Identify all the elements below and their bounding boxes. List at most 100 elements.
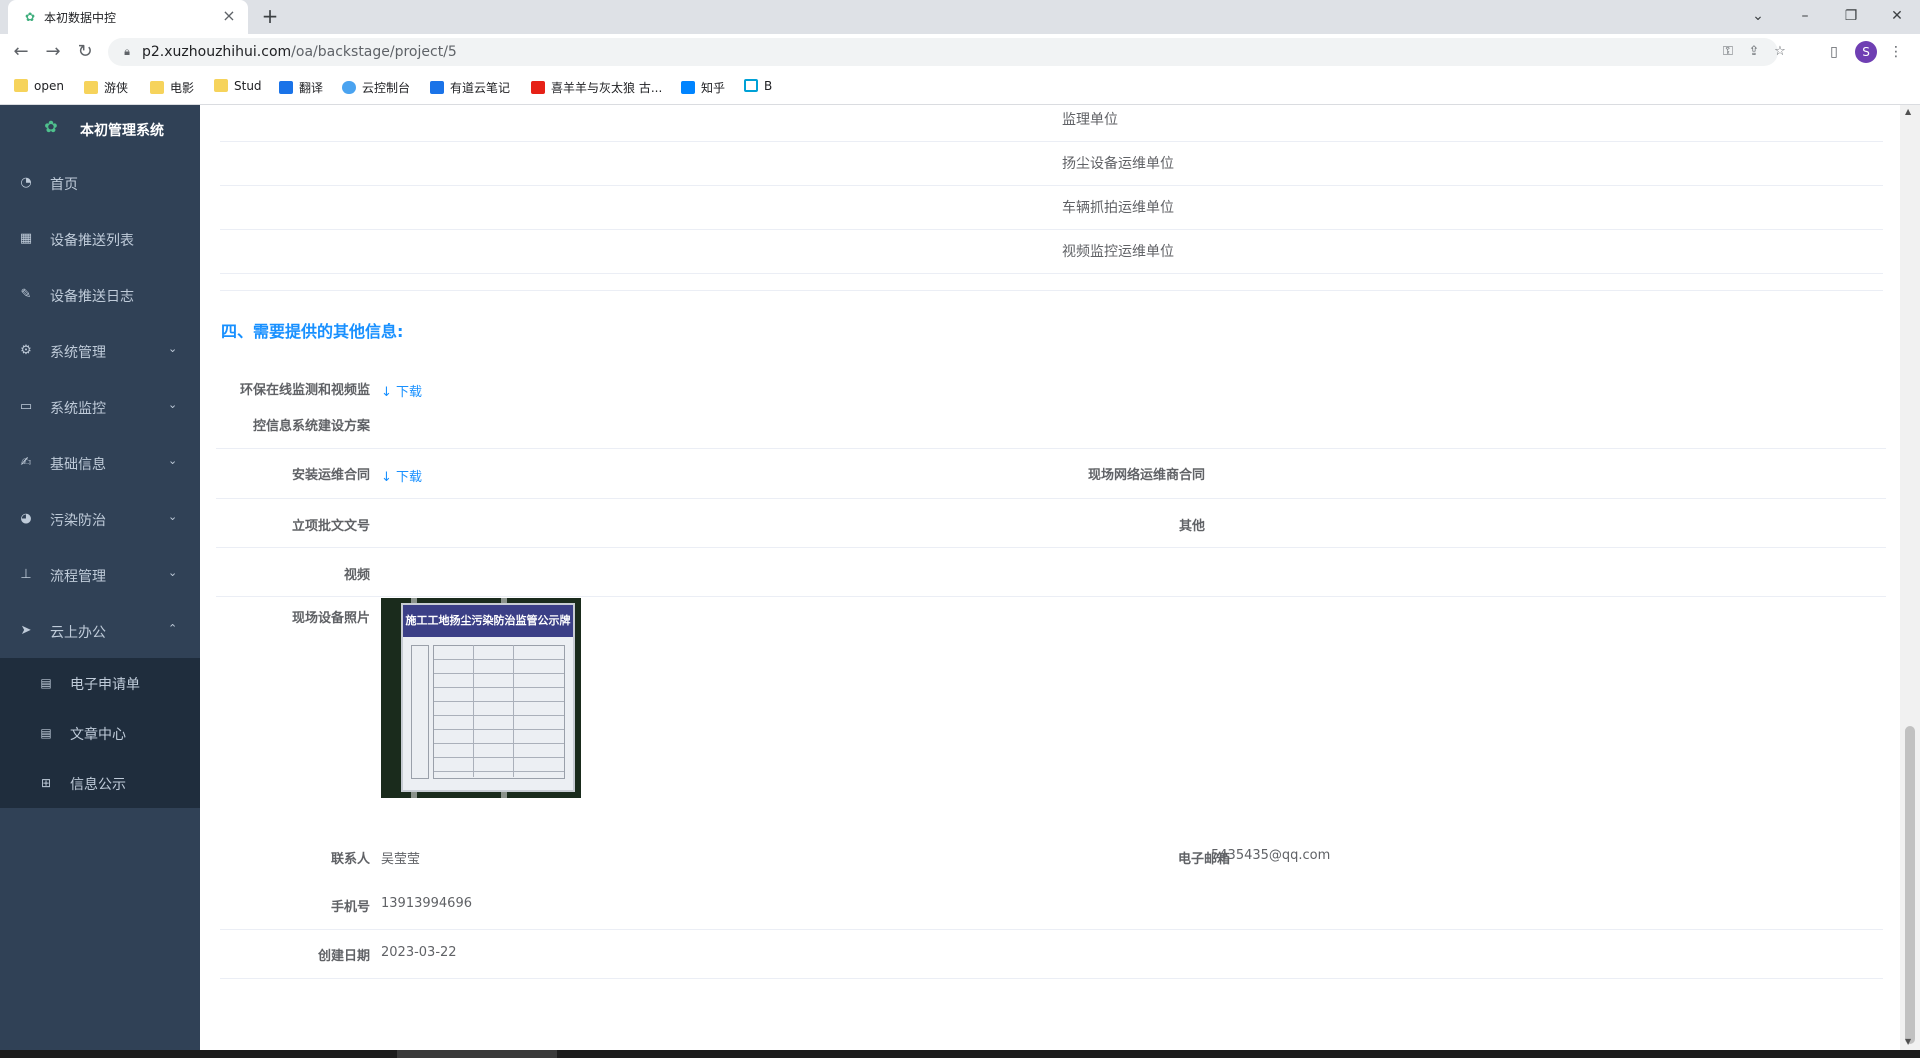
- contact-label: 联系人: [330, 852, 370, 867]
- sidebar-item-device-push-list[interactable]: ▦ 设备推送列表: [0, 211, 200, 267]
- phone-label: 手机号: [330, 900, 370, 915]
- plan-download-link[interactable]: ↓ 下载: [381, 381, 422, 400]
- sidebar-item-system-monitor[interactable]: ▭ 系统监控 ⌄: [0, 379, 200, 435]
- bookmark-youdao-note[interactable]: 有道云笔记: [430, 79, 510, 95]
- bookmark-video[interactable]: 喜羊羊与灰太狼 古...: [531, 79, 662, 95]
- bookmark-bilibili[interactable]: B: [744, 79, 772, 95]
- tree-icon: ⊥: [20, 567, 32, 582]
- new-tab-button[interactable]: +: [258, 5, 282, 29]
- sidebar-subitem-public-info[interactable]: ⊞ 信息公示: [0, 758, 200, 808]
- edit-icon: ✍: [20, 455, 32, 470]
- address-bar[interactable]: 🔒︎ p2.xuzhouzhihui.com/oa/backstage/proj…: [108, 38, 1786, 66]
- divider: [216, 547, 1886, 548]
- scrollbar-thumb[interactable]: [1905, 726, 1915, 1044]
- restore-button[interactable]: ❐: [1836, 4, 1866, 28]
- bookmark-stud[interactable]: Stud: [214, 79, 262, 95]
- created-date-value: 2023-03-22: [381, 945, 457, 960]
- table-row: 扬尘设备运维单位: [220, 141, 1883, 186]
- scroll-down-icon[interactable]: ▼: [1905, 1037, 1911, 1046]
- phone-value: 13913994696: [381, 896, 472, 911]
- url-text[interactable]: p2.xuzhouzhihui.com/oa/backstage/project…: [142, 44, 457, 60]
- site-equipment-photo[interactable]: 施工工地扬尘污染防治监管公示牌: [381, 598, 581, 798]
- sidebar-item-home[interactable]: ◔ 首页: [0, 155, 200, 211]
- sidebar-item-pollution-control[interactable]: ◕ 污染防治 ⌄: [0, 491, 200, 547]
- chevron-up-icon: ⌃: [168, 622, 178, 635]
- bookmark-open[interactable]: open: [14, 79, 64, 95]
- divider: [216, 448, 1886, 449]
- sidebar-item-cloud-office[interactable]: ➤ 云上办公 ⌃: [0, 603, 200, 659]
- tab-close-icon[interactable]: ×: [220, 7, 238, 25]
- star-icon[interactable]: ☆: [1770, 42, 1790, 62]
- sidebar-item-system-management[interactable]: ⚙ 系统管理 ⌄: [0, 323, 200, 379]
- notice-board-image: 施工工地扬尘污染防治监管公示牌: [401, 603, 575, 792]
- network-contract-label: 现场网络运维商合同: [1087, 468, 1205, 483]
- plan-label-continued: 控信息系统建设方案: [252, 419, 370, 434]
- cloud-icon: [342, 81, 356, 94]
- os-taskbar: [0, 1050, 1920, 1058]
- sidebar-subitem-label: 电子申请单: [70, 677, 140, 693]
- side-panel-icon[interactable]: ▯: [1822, 40, 1846, 64]
- more-menu-icon[interactable]: ⋮: [1884, 40, 1908, 64]
- notice-board-title: 施工工地扬尘污染防治监管公示牌: [403, 605, 573, 637]
- send-icon: ➤: [20, 623, 32, 638]
- taskbar-active-app[interactable]: [397, 1050, 557, 1058]
- contract-download-link[interactable]: ↓ 下载: [381, 466, 422, 485]
- page-scrollbar[interactable]: ▲ ▼: [1900, 105, 1920, 1050]
- dashboard-icon: ◔: [20, 175, 32, 190]
- divider: [216, 498, 1886, 499]
- close-window-button[interactable]: ✕: [1882, 4, 1912, 28]
- divider: [220, 929, 1883, 930]
- app-name: 本初管理系统: [80, 123, 164, 139]
- sidebar-item-label: 流程管理: [50, 569, 106, 585]
- sidebar-item-label: 设备推送列表: [50, 233, 134, 249]
- key-icon[interactable]: ⚿: [1718, 42, 1738, 62]
- gear-icon: ⚙: [20, 343, 32, 358]
- sidebar-item-basic-info[interactable]: ✍ 基础信息 ⌄: [0, 435, 200, 491]
- folder-icon: [14, 79, 28, 92]
- contract-label: 安装运维合同: [291, 468, 370, 483]
- sidebar-item-process-management[interactable]: ⊥ 流程管理 ⌄: [0, 547, 200, 603]
- browser-tab[interactable]: ✿ 本初数据中控 ×: [8, 0, 248, 34]
- reload-icon[interactable]: ↻: [73, 40, 97, 64]
- minimize-button[interactable]: –: [1790, 4, 1820, 28]
- chevron-down-icon: ⌄: [168, 398, 178, 411]
- divider: [220, 978, 1883, 979]
- divider: [220, 290, 1883, 291]
- share-icon[interactable]: ⇪: [1744, 42, 1764, 62]
- main-content: 监理单位 扬尘设备运维单位 车辆抓拍运维单位 视频监控运维单位 四、需要提供的其…: [200, 105, 1900, 1050]
- sidebar-item-label: 设备推送日志: [50, 289, 134, 305]
- bookmark-zhihu[interactable]: 知乎: [681, 79, 725, 95]
- bookmark-cloud-console[interactable]: 云控制台: [342, 79, 410, 95]
- bookmark-translate[interactable]: 翻译: [279, 79, 323, 95]
- site-photo-label: 现场设备照片: [291, 611, 370, 626]
- scroll-up-icon[interactable]: ▲: [1905, 107, 1911, 116]
- table-cell: 车辆抓拍运维单位: [1062, 200, 1174, 216]
- sidebar-subitem-article-center[interactable]: ▤ 文章中心: [0, 708, 200, 758]
- chevron-down-icon: ⌄: [168, 454, 178, 467]
- forward-icon[interactable]: →: [41, 40, 65, 64]
- bookmark-movie[interactable]: 电影: [150, 79, 194, 95]
- folder-icon: [214, 79, 228, 92]
- app-logo[interactable]: ✿ 本初管理系统: [0, 105, 200, 155]
- tab-search-icon[interactable]: ⌄: [1743, 4, 1773, 28]
- form-icon: ▤: [40, 676, 52, 690]
- contact-value: 吴莹莹: [381, 852, 421, 867]
- sidebar-item-device-push-log[interactable]: ✎ 设备推送日志: [0, 267, 200, 323]
- lock-icon[interactable]: 🔒︎: [120, 45, 134, 59]
- sidebar: ✿ 本初管理系统 ◔ 首页 ▦ 设备推送列表 ✎ 设备推送日志 ⚙ 系统管理 ⌄…: [0, 105, 200, 1050]
- email-value: 5435435@qq.com: [1211, 848, 1331, 863]
- table-cell: 视频监控运维单位: [1062, 244, 1174, 260]
- youtube-icon: [531, 81, 545, 94]
- table-cell: 扬尘设备运维单位: [1062, 156, 1174, 172]
- sidebar-subitem-e-application[interactable]: ▤ 电子申请单: [0, 658, 200, 708]
- back-icon[interactable]: ←: [9, 40, 33, 64]
- log-icon: ✎: [20, 287, 32, 302]
- favicon-icon: ✿: [24, 10, 36, 24]
- folder-icon: [150, 81, 164, 94]
- bookmark-youxia[interactable]: 游侠: [84, 79, 128, 95]
- notice-board-line: [513, 645, 514, 777]
- profile-avatar[interactable]: S: [1855, 41, 1877, 63]
- bilibili-icon: [744, 79, 758, 92]
- table-row: 视频监控运维单位: [220, 229, 1883, 274]
- sidebar-item-label: 系统监控: [50, 401, 106, 417]
